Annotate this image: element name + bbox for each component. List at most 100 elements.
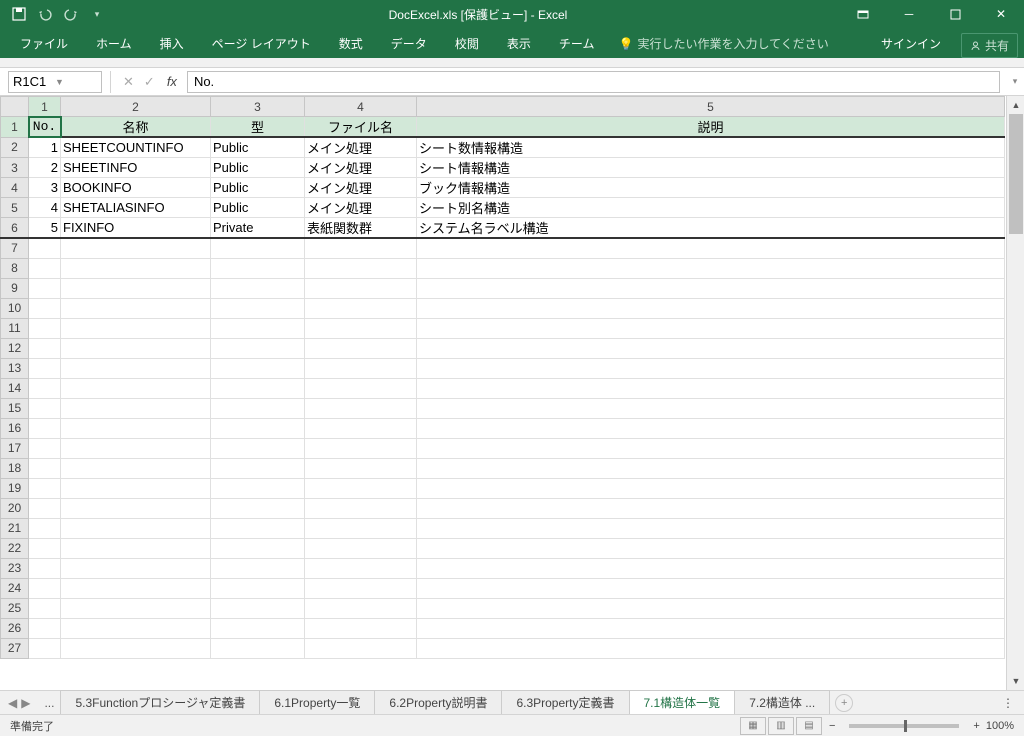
cell[interactable] xyxy=(29,538,61,558)
undo-icon[interactable] xyxy=(34,3,56,25)
column-header[interactable]: 5 xyxy=(417,97,1005,117)
cell[interactable] xyxy=(305,338,417,358)
cell[interactable]: Public xyxy=(211,178,305,198)
cell[interactable]: Public xyxy=(211,137,305,158)
cell[interactable] xyxy=(61,378,211,398)
cell[interactable] xyxy=(29,398,61,418)
row-header[interactable]: 11 xyxy=(1,318,29,338)
cell[interactable] xyxy=(417,598,1005,618)
row-header[interactable]: 26 xyxy=(1,618,29,638)
normal-view-icon[interactable]: ▦ xyxy=(740,717,766,735)
sheet-tab[interactable]: 6.1Property一覧 xyxy=(259,690,375,716)
share-button[interactable]: 共有 xyxy=(961,33,1018,58)
cell[interactable] xyxy=(61,538,211,558)
cell[interactable] xyxy=(29,258,61,278)
cell[interactable] xyxy=(211,338,305,358)
cell[interactable] xyxy=(29,438,61,458)
row-header[interactable]: 9 xyxy=(1,278,29,298)
fx-icon[interactable]: fx xyxy=(163,74,181,89)
sheet-tab[interactable]: 7.1構造体一覧 xyxy=(629,690,736,716)
cell[interactable]: SHEETINFO xyxy=(61,158,211,178)
cell[interactable] xyxy=(29,578,61,598)
cell[interactable] xyxy=(417,238,1005,258)
cell[interactable] xyxy=(417,278,1005,298)
cell[interactable] xyxy=(61,498,211,518)
cell[interactable] xyxy=(211,478,305,498)
row-header[interactable]: 25 xyxy=(1,598,29,618)
cell[interactable] xyxy=(305,498,417,518)
cell[interactable] xyxy=(211,458,305,478)
name-box[interactable]: R1C1 ▼ xyxy=(8,71,102,93)
cell[interactable] xyxy=(305,238,417,258)
row-header[interactable]: 8 xyxy=(1,258,29,278)
zoom-slider[interactable] xyxy=(849,724,959,728)
vertical-scrollbar[interactable]: ▲ ▼ xyxy=(1006,96,1024,690)
cell[interactable] xyxy=(417,318,1005,338)
cell[interactable] xyxy=(211,298,305,318)
cell[interactable] xyxy=(417,438,1005,458)
cell[interactable] xyxy=(61,598,211,618)
row-header[interactable]: 16 xyxy=(1,418,29,438)
cell[interactable] xyxy=(211,498,305,518)
save-icon[interactable] xyxy=(8,3,30,25)
cell[interactable] xyxy=(305,478,417,498)
tab-home[interactable]: ホーム xyxy=(82,29,146,58)
cell[interactable] xyxy=(29,298,61,318)
cell[interactable] xyxy=(29,378,61,398)
cell[interactable] xyxy=(211,358,305,378)
tab-data[interactable]: データ xyxy=(377,29,441,58)
cell[interactable]: SHEETCOUNTINFO xyxy=(61,137,211,158)
cell[interactable] xyxy=(417,578,1005,598)
cell[interactable]: システム名ラベル構造 xyxy=(417,218,1005,239)
cell[interactable] xyxy=(29,518,61,538)
sheet-tab[interactable]: 5.3Functionプロシージャ定義書 xyxy=(60,690,260,716)
cell[interactable]: No. xyxy=(29,117,61,138)
tab-insert[interactable]: 挿入 xyxy=(146,29,198,58)
scroll-down-icon[interactable]: ▼ xyxy=(1007,672,1024,690)
cell[interactable] xyxy=(29,638,61,658)
cell[interactable] xyxy=(417,498,1005,518)
row-header[interactable]: 13 xyxy=(1,358,29,378)
cell[interactable] xyxy=(211,538,305,558)
cell[interactable] xyxy=(211,518,305,538)
cell[interactable] xyxy=(305,538,417,558)
cell[interactable]: 5 xyxy=(29,218,61,239)
cell[interactable] xyxy=(417,558,1005,578)
row-header[interactable]: 4 xyxy=(1,178,29,198)
cell[interactable] xyxy=(211,638,305,658)
cell[interactable] xyxy=(61,258,211,278)
cell[interactable] xyxy=(61,358,211,378)
cell[interactable] xyxy=(305,558,417,578)
formula-input[interactable]: No. xyxy=(187,71,1000,93)
cell[interactable] xyxy=(417,418,1005,438)
cell[interactable] xyxy=(211,398,305,418)
cell[interactable] xyxy=(305,318,417,338)
row-header[interactable]: 21 xyxy=(1,518,29,538)
column-header[interactable]: 3 xyxy=(211,97,305,117)
cell[interactable] xyxy=(211,558,305,578)
cell[interactable] xyxy=(305,378,417,398)
row-header[interactable]: 20 xyxy=(1,498,29,518)
cell[interactable] xyxy=(211,618,305,638)
cell[interactable]: 2 xyxy=(29,158,61,178)
cell[interactable]: 型 xyxy=(211,117,305,138)
cell[interactable]: メイン処理 xyxy=(305,137,417,158)
cell[interactable] xyxy=(61,618,211,638)
cell[interactable] xyxy=(417,298,1005,318)
tab-options-icon[interactable]: ⋮ xyxy=(992,696,1024,710)
page-break-view-icon[interactable]: ▤ xyxy=(796,717,822,735)
cell[interactable] xyxy=(29,418,61,438)
cell[interactable] xyxy=(305,598,417,618)
row-header[interactable]: 27 xyxy=(1,638,29,658)
row-header[interactable]: 17 xyxy=(1,438,29,458)
cell[interactable] xyxy=(211,418,305,438)
cell[interactable] xyxy=(417,478,1005,498)
cell[interactable]: BOOKINFO xyxy=(61,178,211,198)
close-icon[interactable]: ✕ xyxy=(978,0,1024,28)
cell[interactable] xyxy=(29,278,61,298)
minimize-icon[interactable]: ─ xyxy=(886,0,932,28)
cell[interactable]: 1 xyxy=(29,137,61,158)
cell[interactable] xyxy=(29,338,61,358)
sheet-tab[interactable]: 6.3Property定義書 xyxy=(501,690,629,716)
row-header[interactable]: 23 xyxy=(1,558,29,578)
